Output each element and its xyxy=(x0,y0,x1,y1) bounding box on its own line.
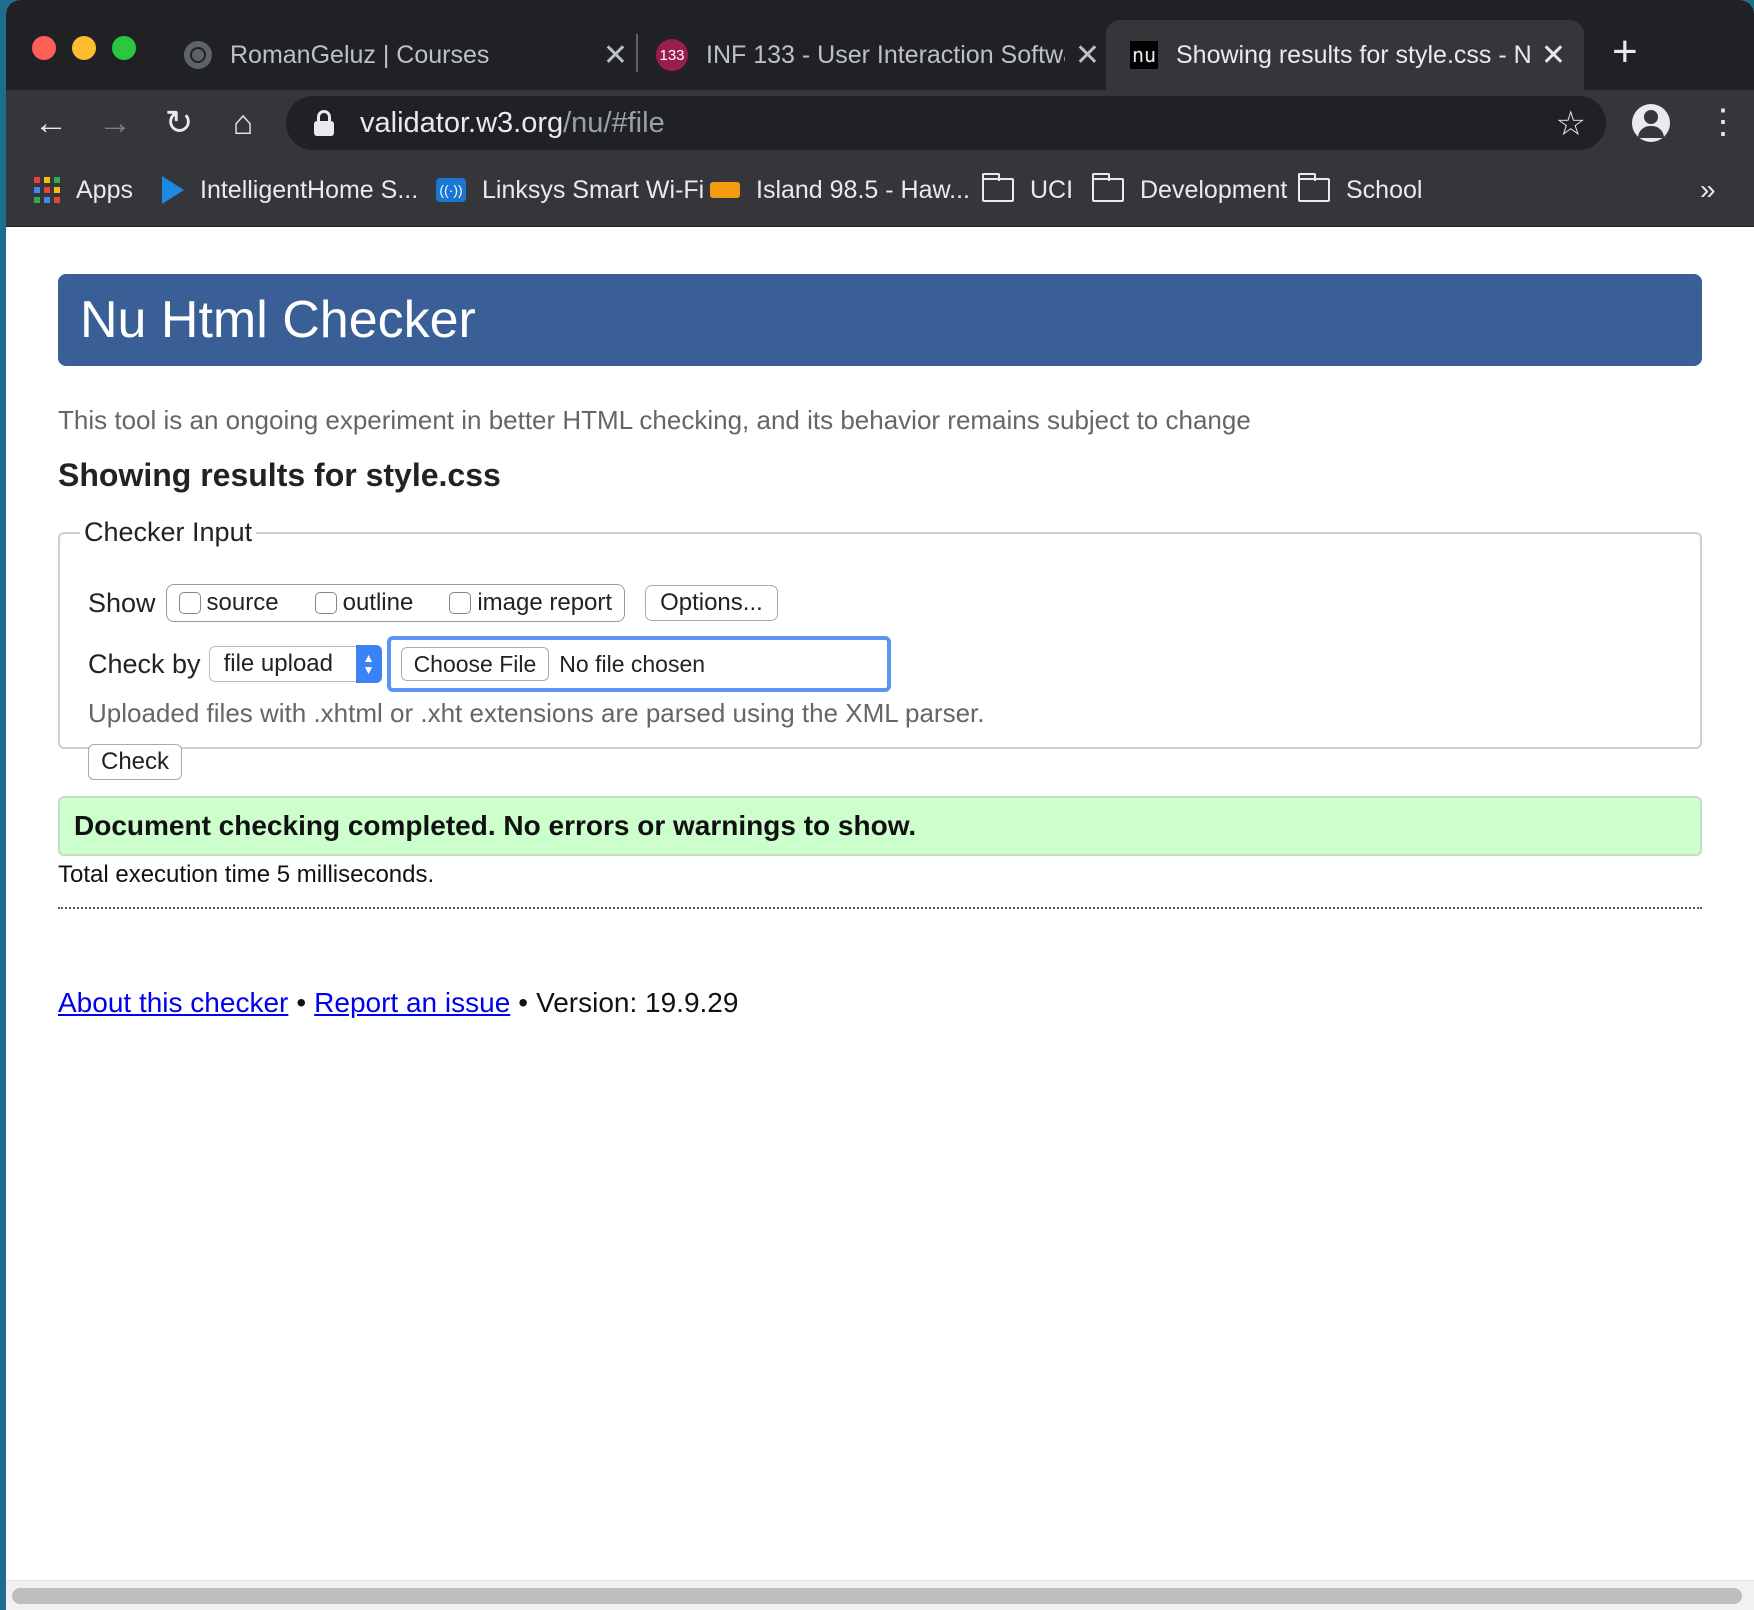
horizontal-scrollbar[interactable] xyxy=(6,1580,1754,1610)
about-checker-link[interactable]: About this checker xyxy=(58,987,288,1019)
show-outline-checkbox[interactable]: outline xyxy=(314,589,414,617)
checkbox-box[interactable] xyxy=(449,592,472,614)
bookmark-label: Development xyxy=(1140,175,1288,204)
tab-bar: RomanGeluz | Courses ✕ 133 INF 133 - Use… xyxy=(6,0,1754,90)
bookmark-folder-development[interactable]: Development xyxy=(1092,168,1287,212)
back-arrow-icon[interactable]: ← xyxy=(26,98,76,148)
bookmarks-bar: Apps IntelligentHome S... ((·)) Linksys … xyxy=(6,156,1754,227)
page-content: Nu Html Checker This tool is an ongoing … xyxy=(6,227,1754,1587)
check-button[interactable]: Check xyxy=(88,744,183,780)
tab-inf133[interactable]: 133 INF 133 - User Interaction Software … xyxy=(656,20,1100,90)
inf133-favicon-icon: 133 xyxy=(656,39,688,71)
footer-separator: • xyxy=(296,987,307,1018)
close-window-button[interactable] xyxy=(32,36,56,60)
check-by-select[interactable]: file upload ▲ ▼ xyxy=(208,645,382,683)
choose-file-button[interactable]: Choose File xyxy=(400,647,550,681)
results-heading: Showing results for style.css xyxy=(58,457,501,493)
file-upload-field[interactable]: Choose File No file chosen xyxy=(386,636,891,692)
url-host: validator.w3.org xyxy=(360,106,564,139)
bookmark-label: IntelligentHome S... xyxy=(200,175,419,204)
footer-separator: • xyxy=(518,987,529,1018)
footer: About this checker • Report an issue • V… xyxy=(58,987,738,1019)
intro-text: This tool is an ongoing experiment in be… xyxy=(58,405,1251,435)
checkbox-label: outline xyxy=(342,589,414,616)
bookmark-linksys[interactable]: ((·)) Linksys Smart Wi-Fi xyxy=(436,168,704,212)
checkbox-box[interactable] xyxy=(314,592,337,614)
close-tab-icon[interactable]: ✕ xyxy=(1541,38,1566,73)
checker-input-legend: Checker Input xyxy=(84,517,253,547)
page-banner: Nu Html Checker xyxy=(58,274,1702,366)
show-label: Show xyxy=(88,587,156,618)
check-by-row: Check by file upload ▲ ▼ Choose File No f… xyxy=(88,636,891,692)
bookmark-label: UCI xyxy=(1030,175,1074,204)
menu-kebab-icon[interactable]: ⋮ xyxy=(1706,100,1740,144)
execution-time: Total execution time 5 milliseconds. xyxy=(58,861,435,888)
tab-label: Showing results for style.css - Nu Html … xyxy=(1176,40,1531,69)
checkbox-label: source xyxy=(206,589,279,616)
dotted-divider xyxy=(58,907,1702,909)
version-text: Version: 19.9.29 xyxy=(536,987,739,1018)
home-icon[interactable]: ⌂ xyxy=(218,98,268,148)
browser-toolbar: ← → ↻ ⌂ validator.w3.org/nu/#file ☆ ⋮ xyxy=(6,90,1754,156)
bookmark-intelligenthome[interactable]: IntelligentHome S... xyxy=(162,168,418,212)
forward-arrow-icon[interactable]: → xyxy=(90,98,140,148)
options-button[interactable]: Options... xyxy=(645,585,778,621)
play-icon xyxy=(162,176,184,204)
account-avatar-icon[interactable] xyxy=(1632,104,1670,142)
no-file-chosen-text: No file chosen xyxy=(559,650,706,677)
bookmark-star-icon[interactable]: ☆ xyxy=(1556,104,1586,144)
tab-label: RomanGeluz | Courses xyxy=(230,40,490,69)
url-text[interactable]: validator.w3.org/nu/#file xyxy=(360,107,665,140)
upload-hint: Uploaded files with .xhtml or .xht exten… xyxy=(88,698,985,728)
more-bookmarks-chevron-icon[interactable]: » xyxy=(1700,168,1716,212)
bookmark-island985[interactable]: Island 98.5 - Haw... xyxy=(710,168,970,212)
tab-nu-checker-active[interactable]: nu Showing results for style.css - Nu Ht… xyxy=(1106,20,1584,90)
folder-icon xyxy=(1092,173,1124,202)
success-message: Document checking completed. No errors o… xyxy=(58,796,1702,856)
browser-window: RomanGeluz | Courses ✕ 133 INF 133 - Use… xyxy=(6,0,1754,1610)
select-value: file upload xyxy=(223,650,333,677)
bookmark-folder-school[interactable]: School xyxy=(1298,168,1422,212)
address-bar[interactable]: validator.w3.org/nu/#file ☆ xyxy=(286,96,1606,150)
bookmark-apps[interactable]: Apps xyxy=(34,168,133,212)
checker-input-fieldset: Checker Input Show source outline image … xyxy=(58,517,1702,780)
check-by-label: Check by xyxy=(88,648,201,679)
folder-icon xyxy=(1298,173,1330,202)
bookmark-label: Linksys Smart Wi-Fi xyxy=(482,175,705,204)
close-tab-icon[interactable]: ✕ xyxy=(1075,38,1100,73)
scrollbar-thumb[interactable] xyxy=(12,1588,1742,1604)
bookmark-label: Apps xyxy=(76,175,133,204)
select-arrows-icon: ▲ ▼ xyxy=(355,645,382,683)
close-tab-icon[interactable]: ✕ xyxy=(603,38,628,73)
tab-separator xyxy=(636,34,638,72)
checkbox-box[interactable] xyxy=(178,592,201,614)
show-source-checkbox[interactable]: source xyxy=(178,589,279,617)
show-image-report-checkbox[interactable]: image report xyxy=(449,589,612,617)
folder-icon xyxy=(982,173,1014,202)
globe-icon xyxy=(184,41,212,69)
bookmark-folder-uci[interactable]: UCI xyxy=(982,168,1073,212)
report-issue-link[interactable]: Report an issue xyxy=(314,987,510,1019)
new-tab-plus-icon[interactable]: + xyxy=(1612,26,1638,78)
minimize-window-button[interactable] xyxy=(72,36,96,60)
banner-title: Nu Html Checker xyxy=(80,291,476,349)
url-path: /nu/#file xyxy=(563,106,665,139)
lock-icon xyxy=(314,110,334,136)
show-options-group: source outline image report xyxy=(165,584,626,622)
tab-romangeluz-courses[interactable]: RomanGeluz | Courses ✕ xyxy=(184,20,628,90)
tab-label: INF 133 - User Interaction Software xyxy=(706,40,1065,69)
nu-favicon-icon: nu xyxy=(1130,41,1158,69)
reload-icon[interactable]: ↻ xyxy=(154,98,204,148)
radio-icon xyxy=(710,182,740,198)
maximize-window-button[interactable] xyxy=(112,36,136,60)
show-row: Show source outline image report Options… xyxy=(88,582,778,624)
wifi-icon: ((·)) xyxy=(436,178,466,202)
checkbox-label: image report xyxy=(477,589,613,616)
apps-grid-icon xyxy=(34,177,60,203)
bookmark-label: Island 98.5 - Haw... xyxy=(756,175,971,204)
bookmark-label: School xyxy=(1346,175,1423,204)
